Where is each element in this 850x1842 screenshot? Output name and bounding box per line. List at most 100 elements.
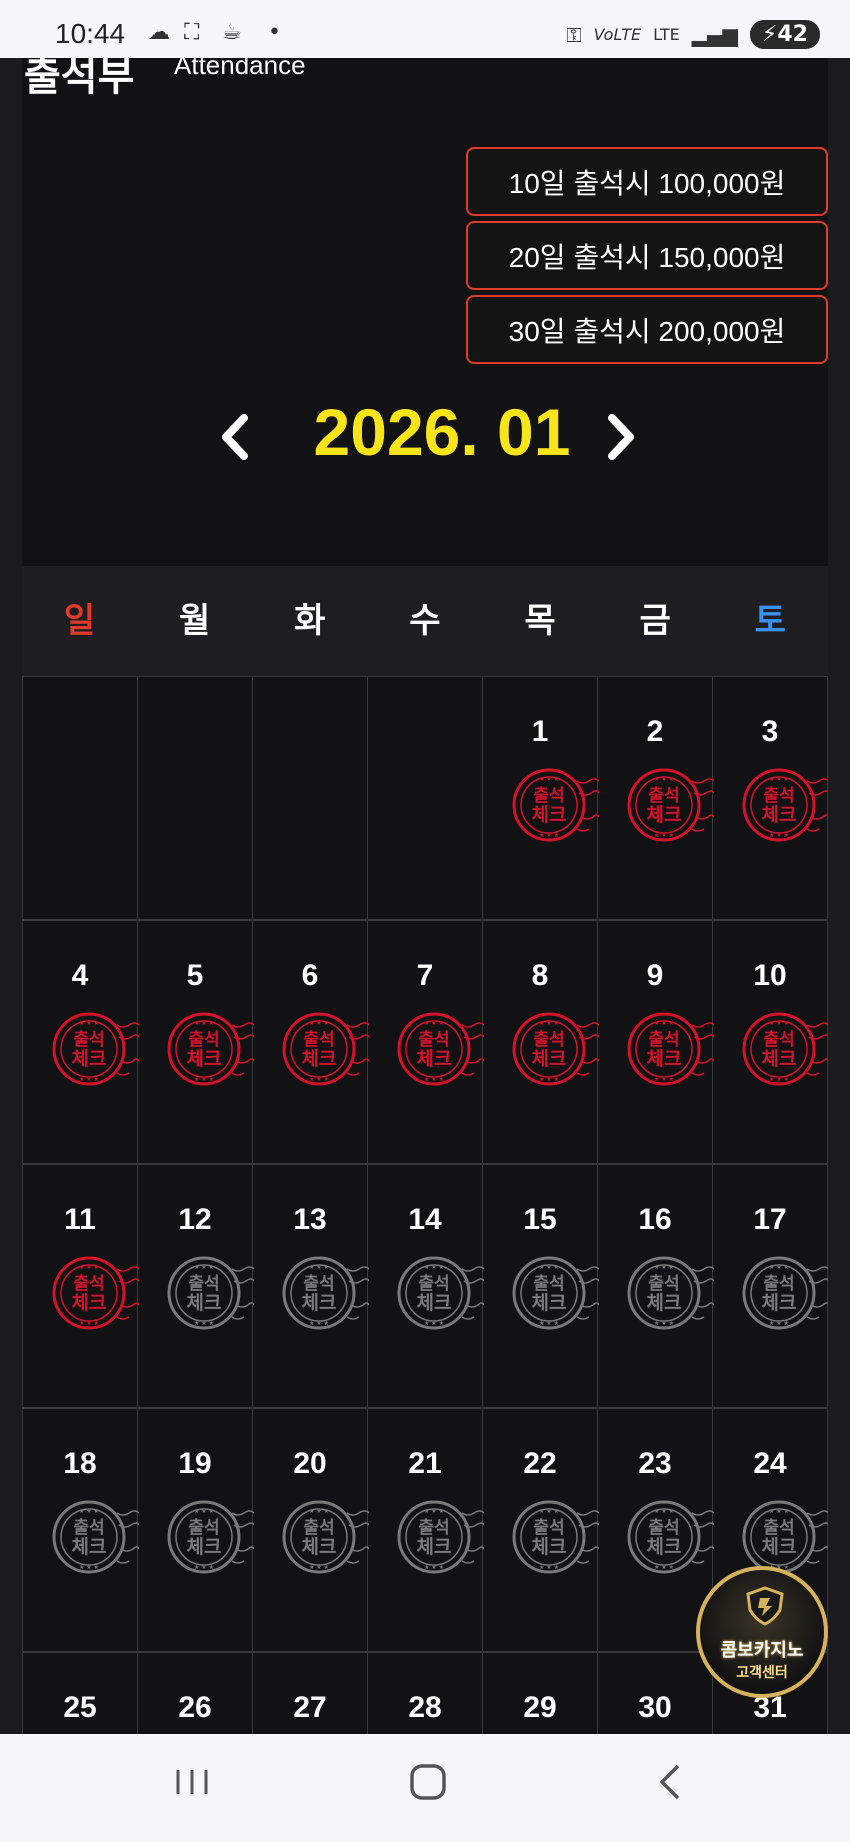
svg-text:★ ★ ★: ★ ★ ★: [424, 1264, 444, 1271]
svg-text:★ ★ ★: ★ ★ ★: [769, 1264, 789, 1271]
attendance-stamp-icon: ★ ★ ★ ★ ★ ★ 출석체크: [512, 1012, 599, 1086]
svg-text:★ ★ ★: ★ ★ ★: [424, 1508, 444, 1515]
back-icon[interactable]: [650, 1762, 690, 1813]
calendar-day[interactable]: 10 ★ ★ ★ ★ ★ ★ 출석 체크: [713, 920, 828, 1164]
screenshot-icon: ⛶: [184, 20, 200, 45]
stamp-text-top: 출석: [188, 1030, 219, 1050]
day-number: 11: [64, 1203, 96, 1236]
stamp-text-bottom: 체크: [762, 1536, 797, 1558]
month-label: 2026. 01: [313, 395, 571, 469]
attendance-stamp-icon: ★ ★ ★ ★ ★ ★ 출석체크: [282, 1012, 369, 1086]
calendar-day[interactable]: 20 ★ ★ ★ ★ ★ ★ 출석 체크: [253, 1408, 369, 1652]
svg-text:★ ★ ★: ★ ★ ★: [539, 776, 559, 783]
calendar-day[interactable]: 14 ★ ★ ★ ★ ★ ★ 출석 체크: [368, 1164, 484, 1408]
svg-text:★ ★ ★: ★ ★ ★: [539, 832, 559, 839]
calendar-week: 1 ★ ★ ★ ★ ★ ★ 출석 체크 2 ★ ★ ★ ★ ★ ★ 출석 체크 3 ★ ★ ★ ★ ★ …: [23, 676, 828, 920]
weekday-sat: 토: [754, 601, 786, 641]
calendar-day[interactable]: 19 ★ ★ ★ ★ ★ ★ 출석 체크: [138, 1408, 254, 1652]
calendar-day[interactable]: 18 ★ ★ ★ ★ ★ ★ 출석 체크: [23, 1408, 139, 1652]
calendar-day[interactable]: 12 ★ ★ ★ ★ ★ ★ 출석 체크: [138, 1164, 254, 1408]
calendar-day[interactable]: 8 ★ ★ ★ ★ ★ ★ 출석 체크: [483, 920, 599, 1164]
calendar-day[interactable]: 6 ★ ★ ★ ★ ★ ★ 출석 체크: [253, 920, 369, 1164]
stamp-text-top: 출석: [188, 1274, 219, 1294]
stamp-text-top: 출석: [648, 1274, 679, 1294]
svg-text:★ ★ ★: ★ ★ ★: [769, 832, 789, 839]
calendar-day[interactable]: 4 ★ ★ ★ ★ ★ ★ 출석 체크: [23, 920, 139, 1164]
svg-text:★ ★ ★: ★ ★ ★: [194, 1020, 214, 1027]
svg-text:★ ★ ★: ★ ★ ★: [79, 1076, 99, 1083]
calendar-day[interactable]: 28★ ★ ★★ ★ ★출석체크: [368, 1652, 483, 1734]
stamp-text-bottom: 체크: [72, 1292, 107, 1314]
day-number: 27: [293, 1691, 327, 1724]
stamp-text-top: 출석: [533, 1274, 564, 1294]
status-time: 10:44: [55, 18, 126, 49]
calendar-day[interactable]: 15 ★ ★ ★ ★ ★ ★ 출석 체크: [483, 1164, 599, 1408]
recent-apps-icon[interactable]: [172, 1762, 212, 1813]
calendar-day[interactable]: 1 ★ ★ ★ ★ ★ ★ 출석 체크: [483, 676, 599, 920]
day-number: 2: [646, 715, 664, 748]
svg-text:★ ★ ★: ★ ★ ★: [194, 1564, 214, 1571]
day-number: 1: [531, 715, 549, 748]
calendar-day[interactable]: 27★ ★ ★★ ★ ★출석체크: [253, 1652, 368, 1734]
calendar-day[interactable]: 25★ ★ ★★ ★ ★출석체크: [23, 1652, 138, 1734]
day-number: 14: [408, 1203, 442, 1236]
calendar-day[interactable]: 21 ★ ★ ★ ★ ★ ★ 출석 체크: [368, 1408, 484, 1652]
attendance-stamp-icon: ★ ★ ★ ★ ★ ★ 출석체크: [52, 1012, 139, 1086]
calendar-day[interactable]: 3 ★ ★ ★ ★ ★ ★ 출석 체크: [713, 676, 828, 920]
stamp-text-top: 출석: [533, 786, 564, 806]
calendar-day-empty: [368, 676, 483, 920]
vpn-key-icon: ⚿: [566, 22, 582, 47]
calendar-day[interactable]: 2 ★ ★ ★ ★ ★ ★ 출석 체크: [598, 676, 714, 920]
day-number: 16: [638, 1203, 672, 1236]
svg-text:★ ★ ★: ★ ★ ★: [79, 1320, 99, 1327]
calendar-day[interactable]: 11 ★ ★ ★ ★ ★ ★ 출석 체크: [23, 1164, 139, 1408]
reward-30: 30일 출석시 200,000원: [466, 295, 828, 364]
stamp-text-bottom: 체크: [532, 804, 567, 826]
calendar-day[interactable]: 16 ★ ★ ★ ★ ★ ★ 출석 체크: [598, 1164, 714, 1408]
stamp-text-bottom: 체크: [417, 1536, 452, 1558]
calendar-day[interactable]: 26★ ★ ★★ ★ ★출석체크: [138, 1652, 253, 1734]
svg-text:★ ★ ★: ★ ★ ★: [539, 1076, 559, 1083]
svg-text:★ ★ ★: ★ ★ ★: [424, 1320, 444, 1327]
attendance-stamp-icon: ★ ★ ★ ★ ★ ★ 출석체크: [742, 768, 828, 842]
day-number: 10: [753, 959, 787, 992]
calendar-day[interactable]: 23 ★ ★ ★ ★ ★ ★ 출석 체크: [598, 1408, 714, 1652]
attendance-stamp-icon: ★ ★ ★ ★ ★ ★ 출석체크: [282, 1500, 369, 1574]
stamp-text-bottom: 체크: [417, 1048, 452, 1070]
stamp-text-top: 출석: [763, 1518, 794, 1538]
svg-text:★ ★ ★: ★ ★ ★: [539, 1508, 559, 1515]
weekday-header: 일 월 화 수 목 금 토: [22, 566, 828, 676]
stamp-text-top: 출석: [763, 1274, 794, 1294]
calendar-day[interactable]: 5 ★ ★ ★ ★ ★ ★ 출석 체크: [138, 920, 254, 1164]
home-icon[interactable]: [408, 1762, 448, 1813]
calendar-day[interactable]: 17 ★ ★ ★ ★ ★ ★ 출석 체크: [713, 1164, 828, 1408]
svg-text:★ ★ ★: ★ ★ ★: [654, 1508, 674, 1515]
stamp-text-bottom: 체크: [187, 1536, 222, 1558]
calendar-day[interactable]: 22 ★ ★ ★ ★ ★ ★ 출석 체크: [483, 1408, 599, 1652]
weekday-sun: 일: [63, 601, 96, 641]
attendance-stamp-icon: ★ ★ ★ ★ ★ ★ 출석체크: [167, 1256, 254, 1330]
day-number: 26: [178, 1691, 212, 1724]
chevron-left-icon[interactable]: [218, 412, 252, 475]
calendar-day[interactable]: 29★ ★ ★★ ★ ★출석체크: [483, 1652, 598, 1734]
day-number: 12: [178, 1203, 212, 1236]
stamp-text-bottom: 체크: [302, 1292, 337, 1314]
attendance-stamp-icon: ★ ★ ★ ★ ★ ★ 출석체크: [627, 1256, 714, 1330]
attendance-stamp-icon: ★ ★ ★ ★ ★ ★ 출석체크: [627, 768, 714, 842]
calendar-day[interactable]: 30★ ★ ★★ ★ ★출석체크: [598, 1652, 713, 1734]
day-number: 8: [531, 959, 549, 992]
stamp-text-bottom: 체크: [647, 804, 682, 826]
support-center-button[interactable]: 콤보카지노 고객센터: [696, 1566, 828, 1698]
chevron-right-icon[interactable]: [604, 412, 638, 475]
svg-text:★ ★ ★: ★ ★ ★: [769, 1320, 789, 1327]
svg-text:★ ★ ★: ★ ★ ★: [194, 1320, 214, 1327]
calendar-day[interactable]: 13 ★ ★ ★ ★ ★ ★ 출석 체크: [253, 1164, 369, 1408]
day-number: 23: [638, 1447, 672, 1480]
svg-text:★ ★ ★: ★ ★ ★: [424, 1564, 444, 1571]
stamp-text-bottom: 체크: [302, 1048, 337, 1070]
attendance-app: 출석부 Attendance 10일 출석시 100,000원 20일 출석시 …: [22, 58, 828, 1734]
calendar-day[interactable]: 9 ★ ★ ★ ★ ★ ★ 출석 체크: [598, 920, 714, 1164]
calendar-day[interactable]: 7 ★ ★ ★ ★ ★ ★ 출석 체크: [368, 920, 484, 1164]
stamp-text-top: 출석: [73, 1030, 104, 1050]
day-number: 29: [523, 1691, 557, 1724]
